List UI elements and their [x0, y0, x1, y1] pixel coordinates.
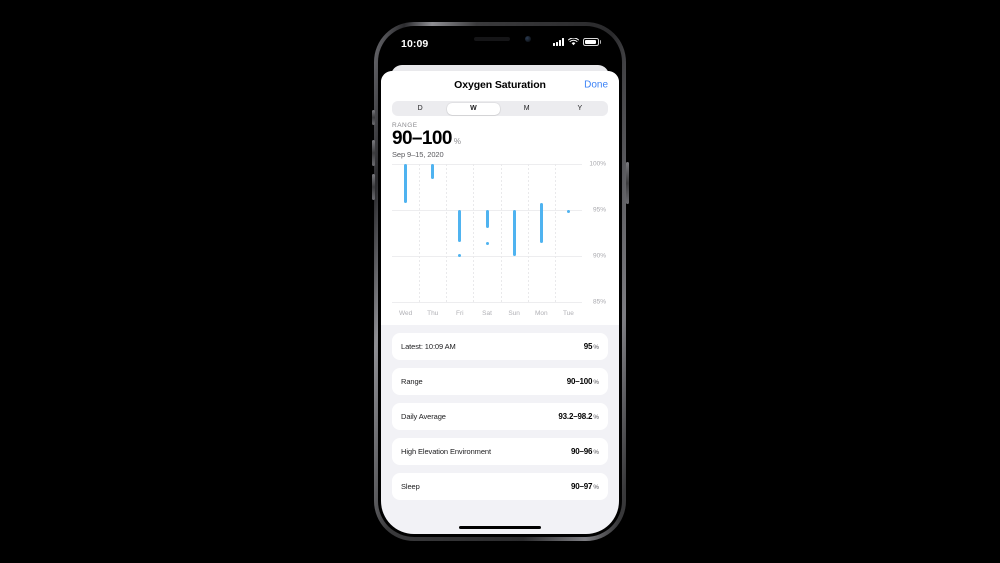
- wifi-icon: [567, 38, 579, 46]
- segment-day[interactable]: D: [394, 103, 447, 115]
- chart-bar[interactable]: [512, 209, 516, 256]
- phone-bezel: 10:09 Oxygen Saturation Done D W M Y RAN…: [378, 26, 622, 537]
- stat-row-value: 95: [583, 341, 593, 351]
- screenshot-stage: 10:09 Oxygen Saturation Done D W M Y RAN…: [0, 0, 1000, 563]
- front-camera-icon: [525, 36, 531, 42]
- x-axis-label: Tue: [562, 309, 574, 317]
- chart-bar[interactable]: [566, 209, 570, 213]
- gridline-x: [554, 163, 556, 302]
- iphone-device: 10:09 Oxygen Saturation Done D W M Y RAN…: [371, 22, 629, 541]
- range-value: 90–100: [392, 128, 452, 149]
- volume-up-button[interactable]: [371, 140, 375, 166]
- volume-down-button[interactable]: [371, 174, 375, 200]
- stat-row-unit: %: [593, 343, 599, 351]
- gridline-x: [473, 163, 475, 302]
- stat-row[interactable]: Latest: 10:09 AM 95%: [392, 332, 608, 360]
- x-axis-label: Wed: [398, 309, 413, 317]
- gridline-y: [392, 163, 582, 165]
- stat-row-value-group: 95%: [584, 342, 599, 351]
- x-axis-label: Thu: [427, 309, 439, 317]
- date-range-label: Sep 9–15, 2020: [392, 149, 444, 159]
- stat-row-value: 90–97: [570, 481, 593, 491]
- chart-bar[interactable]: [431, 163, 435, 179]
- oxygen-saturation-sheet: Oxygen Saturation Done D W M Y RANGE 90–…: [381, 71, 619, 534]
- oxygen-chart[interactable]: 85% 90% 95% 100% Wed Thu Fri Sat Sun Mon Tue: [392, 160, 608, 319]
- chart-bar[interactable]: [485, 209, 489, 229]
- gridline-x: [446, 163, 448, 302]
- range-segmented-control[interactable]: D W M Y: [392, 101, 608, 116]
- stat-row-value: 93.2–98.2: [558, 411, 593, 421]
- battery-icon: [582, 38, 601, 46]
- home-indicator[interactable]: [459, 525, 541, 529]
- x-axis-label: Fri: [456, 309, 464, 317]
- stat-row-unit: %: [593, 448, 599, 456]
- stat-row-value-group: 93.2–98.2%: [558, 412, 599, 421]
- y-axis-label: 100%: [589, 160, 606, 168]
- chart-bar[interactable]: [539, 202, 543, 244]
- segment-month[interactable]: M: [500, 103, 553, 115]
- stat-row-label: Range: [401, 376, 423, 386]
- y-axis-label: 90%: [592, 252, 606, 260]
- y-axis-label: 85%: [592, 298, 606, 306]
- done-button[interactable]: Done: [584, 80, 608, 91]
- y-axis-label: 95%: [592, 206, 606, 214]
- stat-row-unit: %: [593, 378, 599, 386]
- stat-row-unit: %: [593, 413, 599, 421]
- stat-row-label: Latest: 10:09 AM: [401, 341, 456, 351]
- stat-row-value: 90–100: [566, 376, 593, 386]
- chart-bar[interactable]: [458, 209, 462, 243]
- gridline-y: [392, 301, 582, 303]
- chart-point[interactable]: [485, 242, 489, 246]
- status-indicators: [552, 38, 601, 46]
- chart-x-axis: Wed Thu Fri Sat Sun Mon Tue: [392, 304, 582, 319]
- segment-week[interactable]: W: [446, 102, 500, 115]
- range-value-group: 90–100 %: [392, 129, 608, 149]
- stat-row[interactable]: Daily Average 93.2–98.2%: [392, 402, 608, 430]
- navigation-bar: Oxygen Saturation Done: [381, 71, 619, 99]
- stat-row[interactable]: Range 90–100%: [392, 367, 608, 395]
- stat-row-label: Sleep: [401, 481, 420, 491]
- power-button[interactable]: [625, 162, 629, 204]
- stat-row-label: Daily Average: [401, 411, 446, 421]
- gridline-x: [527, 163, 529, 302]
- chart-plot-area: 85% 90% 95% 100%: [392, 160, 606, 305]
- x-axis-label: Sat: [482, 309, 492, 317]
- stat-row-value-group: 90–100%: [567, 377, 599, 386]
- gridline-y: [392, 255, 582, 257]
- stat-row-value: 90–96: [570, 446, 593, 456]
- mute-switch[interactable]: [371, 110, 375, 125]
- chart-card: D W M Y RANGE 90–100 % Sep 9–15, 2020 85…: [381, 99, 619, 325]
- chart-point[interactable]: [458, 254, 462, 258]
- range-unit: %: [453, 137, 461, 146]
- notch: [452, 29, 548, 50]
- stat-row-unit: %: [593, 483, 599, 491]
- stats-list: Latest: 10:09 AM 95% Range 90–100% Daily Ave…: [381, 325, 619, 534]
- earpiece-speaker-icon: [474, 37, 510, 41]
- stat-row-value-group: 90–96%: [571, 447, 599, 456]
- stat-row[interactable]: High Elevation Environment 90–96%: [392, 437, 608, 465]
- gridline-x: [500, 163, 502, 302]
- stat-row-label: High Elevation Environment: [401, 446, 491, 456]
- x-axis-label: Sun: [508, 309, 520, 317]
- status-clock: 10:09: [401, 38, 429, 50]
- page-title: Oxygen Saturation: [454, 79, 546, 91]
- x-axis-label: Mon: [534, 309, 548, 317]
- segment-year[interactable]: Y: [553, 103, 606, 115]
- phone-screen: 10:09 Oxygen Saturation Done D W M Y RAN…: [381, 29, 619, 534]
- stat-row-value-group: 90–97%: [571, 482, 599, 491]
- chart-bar[interactable]: [404, 163, 408, 204]
- gridline-x: [419, 163, 421, 302]
- stat-row[interactable]: Sleep 90–97%: [392, 472, 608, 500]
- cellular-bars-icon: [552, 38, 564, 46]
